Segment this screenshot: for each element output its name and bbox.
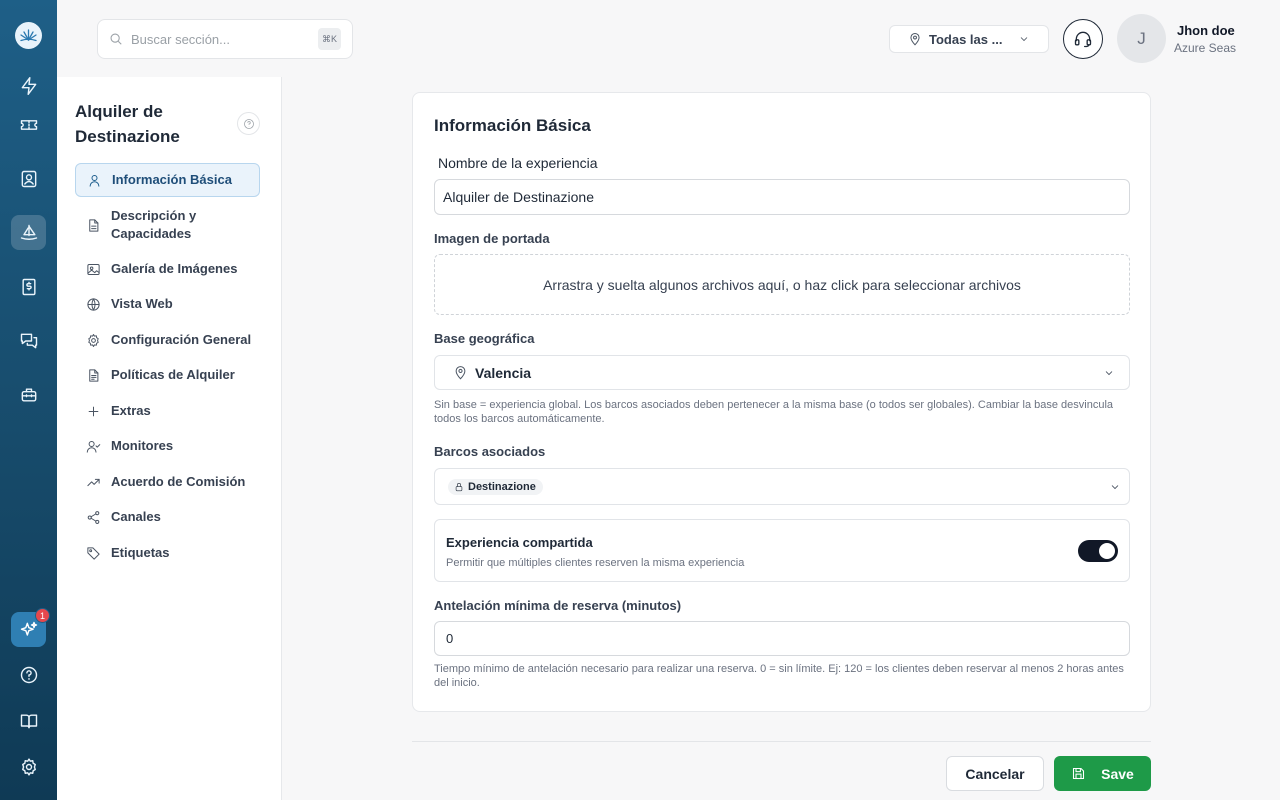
name-label: Nombre de la experiencia (438, 155, 598, 171)
search-input[interactable] (131, 31, 306, 47)
experience-name-input[interactable] (434, 179, 1130, 215)
sidebar-item-label: Descripción y Capacidades (111, 208, 197, 241)
basic-info-card: Información Básica Nombre de la experien… (412, 92, 1151, 712)
sidebar-item-vista-web[interactable]: Vista Web (75, 294, 260, 314)
sidebar-item-monitores[interactable]: Monitores (75, 436, 260, 456)
lock-icon (455, 482, 463, 491)
sidebar-item-comision[interactable]: Acuerdo de Comisión (75, 472, 260, 492)
boat-chip-label: Destinazione (468, 480, 536, 493)
book-icon[interactable] (11, 703, 46, 738)
share-icon (87, 510, 100, 524)
help-button[interactable] (237, 112, 260, 135)
save-icon (1073, 767, 1085, 780)
cover-dropzone[interactable]: Arrastra y suelta algunos archivos aquí,… (434, 254, 1130, 315)
chevron-down-icon (1111, 485, 1119, 490)
logo-icon[interactable] (15, 22, 42, 49)
sidebar-item-configuracion[interactable]: Configuración General (75, 330, 260, 350)
footer-divider (412, 741, 1151, 742)
sidebar-item-label: Vista Web (111, 296, 173, 311)
sidebar-item-label: Extras (111, 403, 151, 418)
base-helper-text: Sin base = experiencia global. Los barco… (434, 399, 1114, 425)
shortcut-hint: ⌘K (318, 28, 341, 50)
save-button[interactable]: Save (1054, 756, 1151, 791)
sidebar-item-label: Galería de Imágenes (111, 261, 238, 276)
sidebar-item-label: Políticas de Alquiler (111, 367, 235, 382)
sidebar-item-galeria[interactable]: Galería de Imágenes (75, 259, 260, 279)
card-title: Información Básica (434, 116, 591, 135)
cover-label: Imagen de portada (434, 231, 550, 246)
gear-icon (88, 333, 99, 347)
boat-chip[interactable]: Destinazione (448, 478, 543, 495)
sidebar-item-etiquetas[interactable]: Etiquetas (75, 543, 260, 563)
save-button-label: Save (1101, 765, 1134, 782)
headset-icon (1074, 31, 1092, 48)
chat-icon[interactable] (11, 323, 46, 358)
location-select-value: Todas las ... (929, 31, 1003, 47)
toggle-knob (1099, 543, 1115, 559)
user-organization: Azure Seas (1174, 41, 1237, 55)
app-rail: 1 (0, 0, 57, 800)
search-icon (110, 33, 122, 45)
notification-badge: 1 (35, 608, 50, 623)
sidebar-item-label: Canales (111, 509, 161, 524)
sidebar-title: Alquiler de Destinazione (75, 102, 180, 146)
cancel-button[interactable]: Cancelar (946, 756, 1044, 791)
base-label: Base geográfica (434, 331, 535, 346)
lead-time-input[interactable] (434, 621, 1130, 656)
contacts-icon[interactable] (11, 161, 46, 196)
trend-icon (87, 478, 100, 486)
toolbox-icon[interactable] (11, 377, 46, 412)
tag-icon (87, 546, 100, 560)
boats-label: Barcos asociados (434, 444, 546, 459)
chevron-down-icon (1105, 371, 1113, 376)
avatar[interactable]: J (1117, 14, 1166, 63)
sidebar-item-label: Configuración General (111, 332, 252, 347)
globe-icon (87, 297, 100, 311)
sailboat-icon[interactable] (11, 215, 46, 250)
search-box[interactable]: ⌘K (97, 19, 353, 59)
map-pin-icon (455, 366, 466, 380)
base-select[interactable]: Valencia (434, 355, 1130, 390)
boats-multiselect[interactable]: Destinazione (434, 468, 1130, 505)
document-icon (89, 218, 99, 232)
help-icon[interactable] (11, 657, 46, 692)
image-icon (87, 263, 100, 275)
shared-experience-toggle[interactable] (1078, 540, 1118, 562)
sidebar-item-label: Monitores (111, 438, 174, 453)
sidebar-item-label: Acuerdo de Comisión (111, 474, 246, 489)
support-button[interactable] (1063, 19, 1103, 59)
user-name: Jhon doe (1177, 23, 1235, 38)
sidebar-item-label: Etiquetas (111, 545, 170, 560)
sidebar-item-descripcion[interactable]: Descripción y Capacidades (75, 206, 245, 244)
lead-time-label: Antelación mínima de reserva (minutos) (434, 598, 682, 613)
lead-time-helper-text: Tiempo mínimo de antelación necesario pa… (434, 663, 1124, 689)
sidebar-item-label: Información Básica (112, 172, 232, 187)
base-select-value: Valencia (475, 364, 532, 381)
ticket-icon[interactable] (11, 107, 46, 142)
bolt-icon[interactable] (11, 68, 46, 103)
settings-icon[interactable] (11, 749, 46, 784)
shared-experience-description: Permitir que múltiples clientes reserven… (446, 557, 745, 569)
sidebar-item-canales[interactable]: Canales (75, 507, 260, 527)
sidebar-item-extras[interactable]: Extras (75, 401, 260, 421)
question-icon (243, 118, 254, 129)
chevron-down-icon (1020, 37, 1028, 42)
user-icon (89, 174, 100, 187)
plus-icon (88, 406, 99, 416)
shared-experience-title: Experiencia compartida (446, 535, 593, 550)
invoice-icon[interactable] (11, 269, 46, 304)
shared-experience-row: Experiencia compartida Permitir que múlt… (434, 519, 1130, 582)
user-check-icon (86, 440, 101, 453)
policy-icon (89, 368, 99, 382)
map-pin-icon (910, 32, 920, 46)
section-sidebar: Alquiler de Destinazione Información Bás… (57, 77, 282, 800)
sidebar-item-informacion-basica[interactable]: Información Básica (75, 163, 260, 197)
location-select[interactable]: Todas las ... (889, 25, 1049, 53)
sidebar-item-politicas[interactable]: Políticas de Alquiler (75, 365, 260, 385)
